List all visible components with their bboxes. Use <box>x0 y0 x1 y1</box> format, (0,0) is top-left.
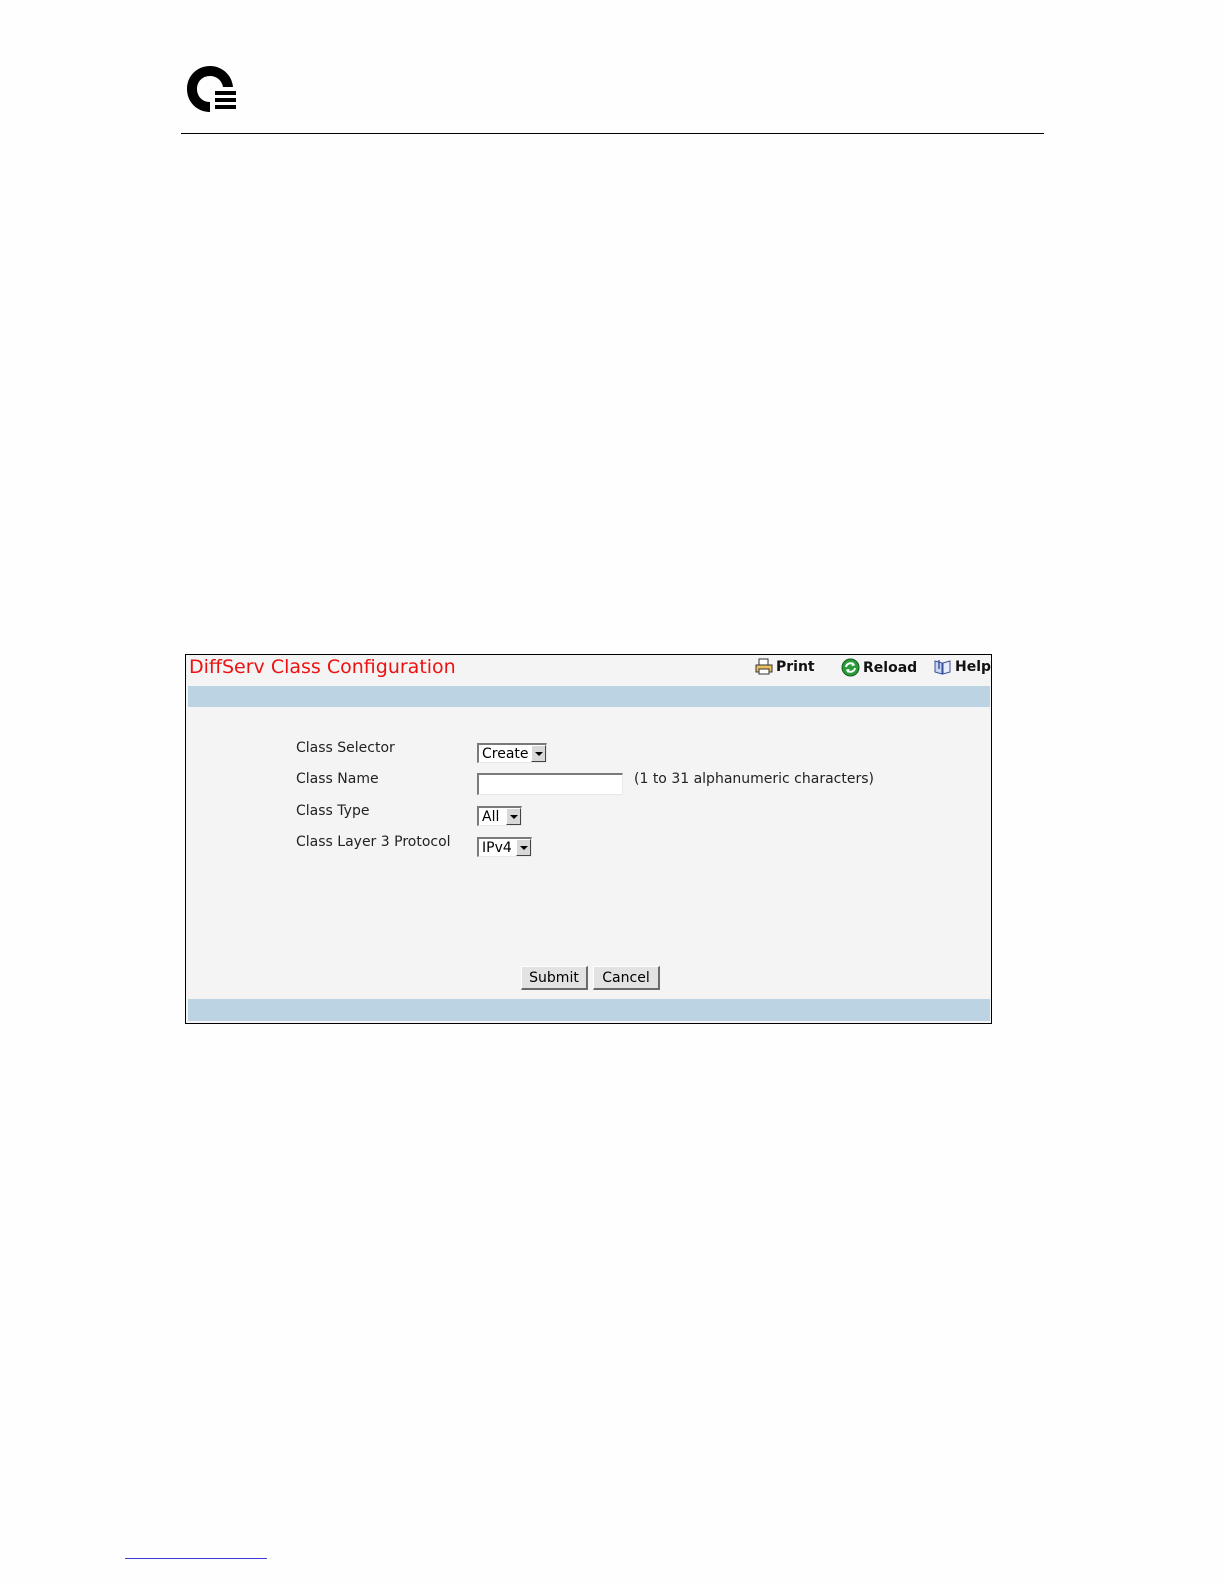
cancel-button[interactable]: Cancel <box>593 966 660 990</box>
chevron-down-icon[interactable] <box>506 808 521 825</box>
print-label: Print <box>776 658 815 675</box>
class-name-label: Class Name <box>296 771 379 787</box>
class-layer3-protocol-select[interactable]: IPv4 <box>477 837 532 857</box>
class-selector-label: Class Selector <box>296 740 395 756</box>
printer-icon <box>755 658 773 675</box>
help-label: Help <box>955 659 992 675</box>
class-selector-value: Create <box>482 746 529 762</box>
reload-label: Reload <box>863 659 918 676</box>
reload-button[interactable]: Reload <box>841 658 917 677</box>
company-logo <box>187 66 236 112</box>
footer-divider <box>125 1558 267 1559</box>
footer-band <box>188 999 990 1021</box>
page-title: DiffServ Class Configuration <box>189 656 456 678</box>
submit-button[interactable]: Submit <box>521 966 588 990</box>
diffserv-class-config-panel: DiffServ Class Configuration Print Reloa… <box>185 654 992 1024</box>
class-type-value: All <box>482 809 500 825</box>
class-type-label: Class Type <box>296 803 370 819</box>
class-selector-select[interactable]: Create <box>477 743 547 763</box>
help-button[interactable]: Help <box>933 658 991 676</box>
print-button[interactable]: Print <box>755 658 815 675</box>
chevron-down-icon[interactable] <box>531 745 546 762</box>
help-book-icon <box>934 660 951 675</box>
reload-icon <box>841 658 860 677</box>
chevron-down-icon[interactable] <box>516 839 531 856</box>
class-layer3-protocol-label: Class Layer 3 Protocol <box>296 834 451 850</box>
class-name-hint: (1 to 31 alphanumeric characters) <box>634 771 874 787</box>
header-divider <box>181 133 1044 134</box>
class-type-select[interactable]: All <box>477 806 522 826</box>
header-band <box>188 686 990 707</box>
class-name-input[interactable] <box>477 773 623 795</box>
class-layer3-protocol-value: IPv4 <box>482 840 512 856</box>
